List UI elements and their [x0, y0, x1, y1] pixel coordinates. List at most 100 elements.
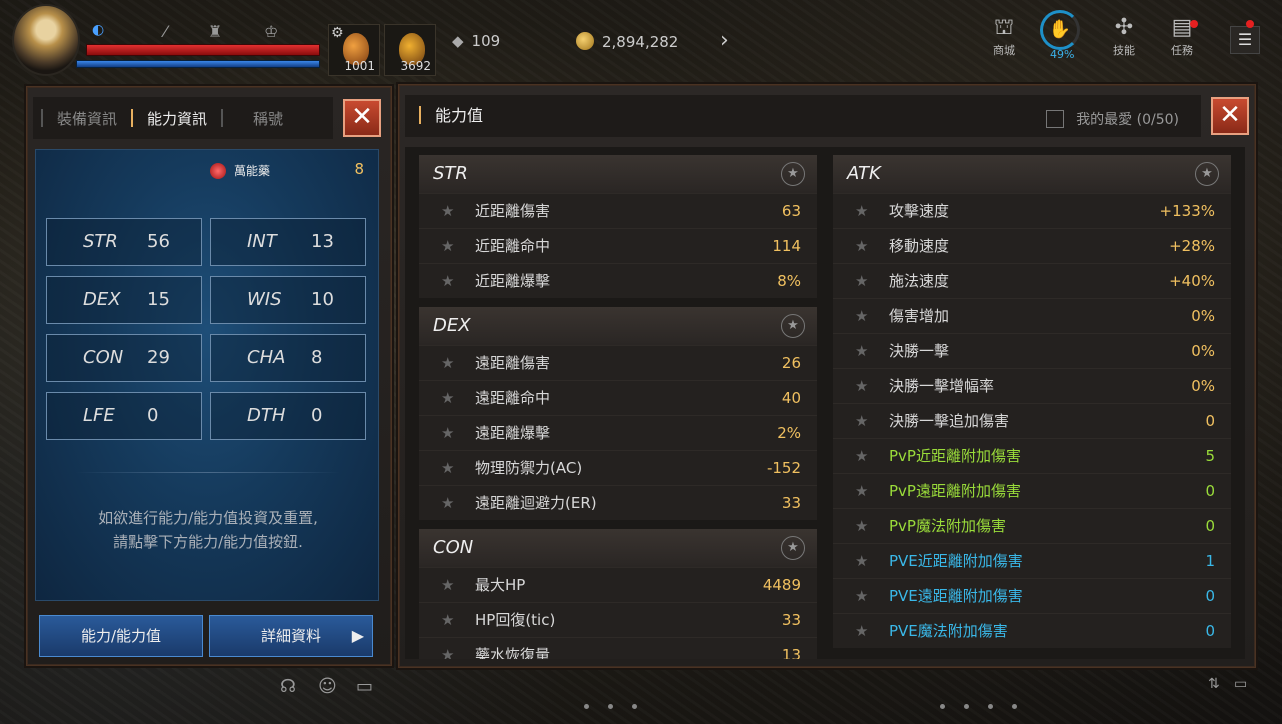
emote-icon[interactable]: ☺: [318, 676, 337, 697]
ring-percent: 49%: [1050, 48, 1075, 61]
stat-key: DTH: [247, 405, 286, 426]
row-label: PvP魔法附加傷害: [889, 517, 1006, 535]
ability-value-panel: 能力值 我的最愛 (0/50) ✕ STR ★ ★ 近距離傷害 63 ★ 近距離命中 11…: [398, 84, 1256, 668]
stat-row: ★ PVE魔法附加傷害 0: [833, 613, 1231, 648]
star-icon[interactable]: ★: [855, 579, 868, 613]
favorite-checkbox[interactable]: [1046, 110, 1065, 128]
star-icon[interactable]: ★: [1195, 162, 1219, 186]
stat-row: ★ 遠距離迴避力(ER) 33: [419, 485, 817, 520]
stat-row: ★ PVE近距離附加傷害 1: [833, 543, 1231, 578]
quest-icon: ▤: [1171, 15, 1193, 40]
row-label: 施法速度: [889, 272, 950, 290]
group-header: STR ★: [419, 155, 817, 193]
chevron-right-icon[interactable]: ›: [720, 28, 729, 53]
close-button[interactable]: ✕: [343, 99, 381, 137]
group-name: ATK: [847, 163, 881, 184]
stat-value: 10: [311, 289, 334, 310]
stat-value: 13: [311, 231, 334, 252]
quest-label: 任務: [1171, 44, 1193, 57]
star-icon[interactable]: ★: [855, 264, 868, 298]
group-name: STR: [433, 163, 468, 184]
star-icon[interactable]: ★: [441, 194, 454, 228]
stat-row: ★ 傷害增加 0%: [833, 298, 1231, 333]
tab-title[interactable]: 稱號: [223, 108, 297, 129]
page-dot: [584, 704, 589, 709]
stat-value: 56: [147, 231, 170, 252]
ability-list[interactable]: STR ★ ★ 近距離傷害 63 ★ 近距離命中 114 ★ 近距離爆擊 8% DEX ★ ★ 遠…: [405, 147, 1245, 659]
coin-icon: [576, 32, 594, 50]
row-value: 0: [1205, 517, 1215, 535]
star-icon[interactable]: ★: [441, 229, 454, 263]
star-icon[interactable]: ★: [441, 381, 454, 415]
potion-slot-2[interactable]: 3692: [384, 24, 436, 76]
divider: [76, 472, 340, 473]
star-icon[interactable]: ★: [855, 369, 868, 403]
star-icon[interactable]: ★: [441, 486, 454, 520]
progress-ring[interactable]: ✋: [1040, 10, 1080, 50]
row-value: +40%: [1169, 272, 1215, 290]
star-icon[interactable]: ★: [441, 346, 454, 380]
star-icon[interactable]: ★: [855, 299, 868, 333]
star-icon[interactable]: ★: [441, 638, 454, 659]
star-icon[interactable]: ★: [855, 544, 868, 578]
stat-lfe: LFE 0: [46, 392, 202, 440]
tab-equipment[interactable]: 裝備資訊: [43, 108, 131, 129]
star-icon[interactable]: ★: [855, 439, 868, 473]
star-icon[interactable]: ★: [441, 416, 454, 450]
star-icon[interactable]: ★: [441, 264, 454, 298]
tab-ability[interactable]: 能力資訊: [133, 108, 221, 129]
row-value: 0: [1205, 622, 1215, 640]
shop-button[interactable]: ⛫ 商城: [984, 14, 1024, 58]
star-icon[interactable]: ★: [781, 162, 805, 186]
stat-cha: CHA 8: [210, 334, 366, 382]
headset-icon[interactable]: ☊: [280, 676, 296, 697]
star-icon[interactable]: ★: [441, 568, 454, 602]
character-portrait[interactable]: [12, 4, 80, 76]
star-icon[interactable]: ★: [855, 404, 868, 438]
row-label: 近距離爆擊: [475, 272, 551, 290]
star-icon[interactable]: ★: [855, 194, 868, 228]
hint-line: 如欲進行能力/能力值投資及重置,: [98, 509, 318, 527]
row-value: 26: [781, 354, 801, 372]
hint-line: 請點擊下方能力/能力值按鈕.: [113, 533, 303, 551]
close-button[interactable]: ✕: [1211, 97, 1249, 135]
favorite-toggle[interactable]: 我的最愛 (0/50): [1046, 109, 1179, 129]
stat-row: ★ 近距離命中 114: [419, 228, 817, 263]
chat-icon[interactable]: ▭: [356, 676, 373, 697]
stat-wis: WIS 10: [210, 276, 366, 324]
star-icon[interactable]: ★: [441, 451, 454, 485]
potion-slot-1[interactable]: ⚙ 1001: [328, 24, 380, 76]
signal-icon: ⇅: [1208, 676, 1220, 692]
battery-icon: ▭: [1234, 676, 1248, 692]
page-dot: [1012, 704, 1017, 709]
page-dot: [964, 704, 969, 709]
stat-row: ★ 物理防禦力(AC) -152: [419, 450, 817, 485]
gear-icon[interactable]: ⚙: [331, 25, 344, 41]
menu-button[interactable]: ☰: [1230, 26, 1260, 54]
star-icon[interactable]: ★: [855, 509, 868, 543]
detail-button[interactable]: 詳細資料 ▶: [209, 615, 373, 657]
star-icon[interactable]: ★: [855, 614, 868, 648]
trophy-icon[interactable]: ♔: [264, 22, 278, 41]
gem-icon: ◆: [452, 32, 464, 50]
play-arrow-icon: ▶: [351, 626, 364, 645]
stat-int: INT 13: [210, 218, 366, 266]
armor-icon[interactable]: ♜: [208, 22, 222, 41]
row-value: 33: [781, 494, 801, 512]
stat-value: 15: [147, 289, 170, 310]
skill-button[interactable]: ✣ 技能: [1104, 14, 1144, 58]
row-value: 13: [781, 646, 801, 659]
stat-dex: DEX 15: [46, 276, 202, 324]
group-header: ATK ★: [833, 155, 1231, 193]
star-icon[interactable]: ★: [855, 474, 868, 508]
sword-icon[interactable]: ⁄: [164, 22, 167, 41]
ability-button[interactable]: 能力/能力值: [39, 615, 203, 657]
group-dex: DEX ★ ★ 遠距離傷害 26 ★ 遠距離命中 40 ★ 遠距離爆擊 2% ★ 物理防禦力(A…: [419, 307, 817, 520]
star-icon[interactable]: ★: [781, 314, 805, 338]
close-icon: ✕: [1219, 100, 1241, 130]
star-icon[interactable]: ★: [855, 334, 868, 368]
star-icon[interactable]: ★: [781, 536, 805, 560]
star-icon[interactable]: ★: [855, 229, 868, 263]
row-label: PvP遠距離附加傷害: [889, 482, 1021, 500]
star-icon[interactable]: ★: [441, 603, 454, 637]
